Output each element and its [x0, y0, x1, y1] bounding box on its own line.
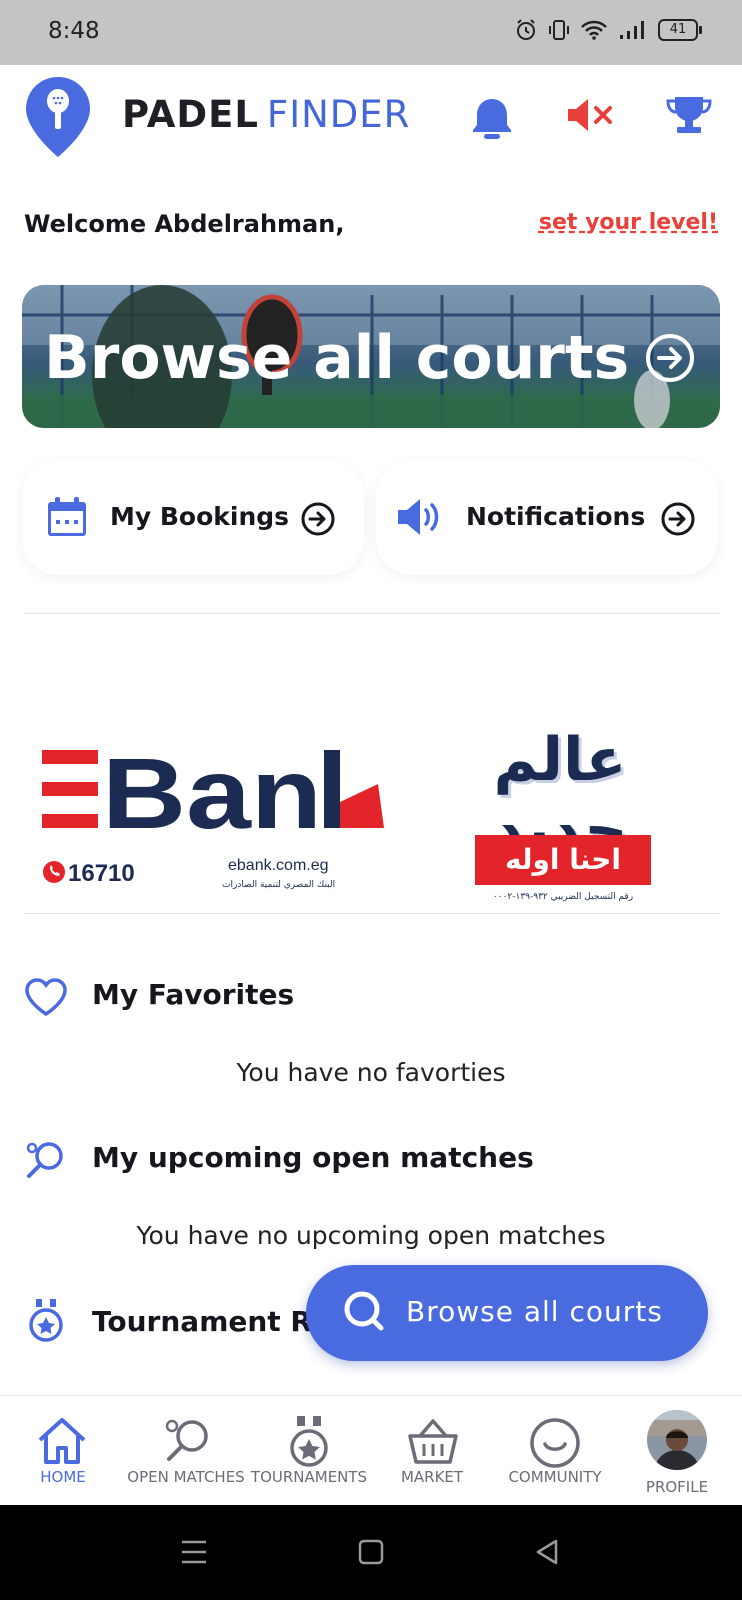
nav-profile[interactable]: PROFILE	[632, 1396, 722, 1506]
speaker-icon	[398, 499, 439, 535]
paddle-icon	[165, 1419, 208, 1461]
app-header: PADEL FINDER	[0, 65, 742, 195]
favorites-empty-text: You have no favorties	[236, 1058, 506, 1087]
back-triangle-icon[interactable]	[534, 1539, 560, 1565]
avatar	[647, 1410, 707, 1470]
arrow-right-circle-icon	[301, 502, 335, 536]
campaign-registration-ar: رقم التسجيل الضريبي ٩٣٢-١٣٩-٠٠٠٢	[492, 892, 634, 902]
nav-open-matches-label: OPEN MATCHES	[127, 1468, 245, 1486]
status-time: 8:48	[48, 18, 100, 44]
medal-icon	[290, 1416, 328, 1467]
trophy-icon[interactable]	[666, 95, 712, 135]
nav-home-label: HOME	[40, 1468, 86, 1486]
browse-courts-banner[interactable]: Browse all courts	[22, 285, 720, 428]
favorites-title: My Favorites	[92, 978, 295, 1011]
notifications-card[interactable]: Notifications	[376, 460, 718, 575]
alarm-icon	[517, 19, 535, 40]
medal-icon	[29, 1299, 63, 1342]
arrow-right-circle-icon	[661, 502, 695, 536]
mute-icon[interactable]	[566, 95, 618, 135]
nav-tournaments-label: TOURNAMENTS	[250, 1468, 368, 1486]
nav-community-label: COMMUNITY	[508, 1468, 602, 1486]
matches-empty-text: You have no upcoming open matches	[136, 1221, 606, 1250]
notifications-label: Notifications	[466, 502, 646, 531]
brand-bold: PADEL	[122, 93, 259, 136]
divider	[24, 613, 720, 614]
status-bar: 8:48 41	[0, 0, 742, 65]
nav-home[interactable]: HOME	[22, 1396, 104, 1506]
nav-market-label: MARKET	[400, 1468, 464, 1486]
nav-community[interactable]: COMMUNITY	[500, 1396, 610, 1506]
system-navigation-bar	[0, 1505, 742, 1600]
padel-pin-logo-icon	[26, 77, 90, 157]
nav-profile-label: PROFILE	[645, 1478, 709, 1496]
status-icons: 41	[514, 18, 702, 42]
vibrate-icon	[549, 20, 569, 40]
divider	[24, 913, 720, 914]
app-screen: PADEL FINDER Welcome Abdelrahman, set you…	[0, 65, 742, 1505]
home-icon	[38, 1418, 86, 1464]
ebank-hotline: 16710	[68, 860, 135, 887]
nav-open-matches[interactable]: OPEN MATCHES	[122, 1396, 250, 1506]
ebank-website: ebank.com.eg	[228, 857, 329, 874]
search-icon	[344, 1291, 384, 1331]
wifi-icon	[581, 20, 607, 40]
basket-icon	[408, 1419, 458, 1464]
menu-icon[interactable]	[180, 1539, 208, 1565]
signal-icon	[620, 21, 644, 39]
ebank-logo-icon: Ban	[42, 750, 384, 830]
paddle-icon	[26, 1142, 63, 1178]
sponsor-ad-banner[interactable]: Ban 16710 ebank.com.eg البنك المصري لتنم…	[0, 660, 742, 910]
bottom-navigation: HOME OPEN MATCHES TOURNAMENTS MARKET COM…	[0, 1395, 742, 1505]
ebank-subtitle-ar: البنك المصري لتنمية الصادرات	[222, 880, 336, 890]
my-bookings-card[interactable]: My Bookings	[22, 460, 364, 575]
tournaments-title: Tournament Re	[92, 1305, 331, 1338]
campaign-tagline-text: احنا اوله	[505, 843, 621, 876]
home-square-icon[interactable]	[358, 1539, 384, 1565]
arrow-right-circle-icon	[646, 334, 694, 382]
browse-courts-fab[interactable]: Browse all courts	[306, 1265, 708, 1361]
bell-icon[interactable]	[470, 95, 514, 141]
heart-icon	[25, 978, 67, 1017]
set-level-link[interactable]: set your level!	[539, 210, 718, 235]
welcome-text: Welcome Abdelrahman,	[24, 210, 345, 238]
app-brand: PADEL FINDER	[122, 93, 410, 136]
banner-title: Browse all courts	[44, 323, 630, 393]
brand-light: FINDER	[266, 93, 411, 136]
svg-text:Ban: Ban	[102, 750, 322, 830]
matches-title: My upcoming open matches	[92, 1141, 534, 1174]
nav-market[interactable]: MARKET	[388, 1396, 476, 1506]
campaign-tagline-ar: احنا اوله	[475, 835, 651, 885]
nav-tournaments[interactable]: TOURNAMENTS	[248, 1396, 370, 1506]
fab-label: Browse all courts	[406, 1295, 663, 1328]
my-bookings-label: My Bookings	[110, 502, 290, 531]
phone-icon	[43, 861, 65, 883]
smile-icon	[530, 1418, 580, 1468]
battery-icon: 41	[658, 19, 702, 41]
calendar-icon	[48, 497, 86, 536]
